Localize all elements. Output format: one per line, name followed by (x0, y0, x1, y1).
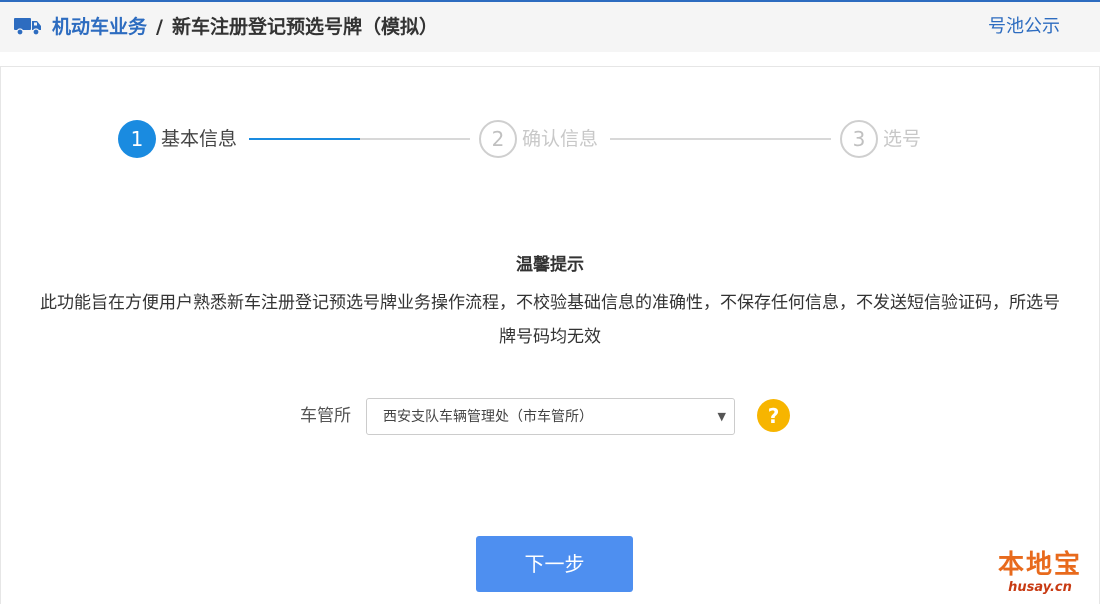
step-2-number: 2 (491, 127, 505, 151)
step-3-label: 选号 (883, 128, 922, 150)
watermark-line2: husay.cn (1008, 580, 1072, 595)
office-select-value: 西安支队车辆管理处（市车管所） (383, 409, 593, 425)
truck-icon (14, 18, 41, 36)
help-symbol: ? (767, 403, 780, 428)
step-1-label: 基本信息 (161, 128, 238, 150)
caret-down-icon: ▼ (717, 410, 726, 423)
breadcrumb-separator: / (156, 16, 163, 38)
step-connector-1-progress (249, 138, 360, 140)
step-2-circle: 2 (479, 120, 517, 158)
step-3-number: 3 (852, 127, 866, 151)
watermark-logo: 本地宝 husay.cn (984, 550, 1096, 600)
notice-title: 温馨提示 (516, 255, 584, 275)
step-3-circle: 3 (840, 120, 878, 158)
next-step-button[interactable]: 下一步 (476, 536, 633, 592)
step-2-label: 确认信息 (522, 128, 599, 150)
step-connector-2 (610, 138, 831, 140)
breadcrumb-section[interactable]: 机动车业务 (52, 14, 147, 40)
number-pool-link[interactable]: 号池公示 (988, 14, 1060, 40)
notice-body: 此功能旨在方便用户熟悉新车注册登记预选号牌业务操作流程，不校验基础信息的准确性，… (40, 293, 1060, 347)
office-select[interactable]: 西安支队车辆管理处（市车管所） ▼ (366, 398, 735, 435)
step-1-circle: 1 (118, 120, 156, 158)
step-connector-1 (249, 138, 470, 140)
watermark-line1: 本地宝 (997, 550, 1082, 580)
top-bar: 机动车业务 / 新车注册登记预选号牌（模拟） 号池公示 (0, 0, 1100, 52)
office-label: 车管所 (300, 406, 351, 426)
question-icon[interactable]: ? (757, 399, 790, 432)
page-title: 新车注册登记预选号牌（模拟） (172, 16, 439, 38)
step-1-number: 1 (130, 127, 144, 151)
